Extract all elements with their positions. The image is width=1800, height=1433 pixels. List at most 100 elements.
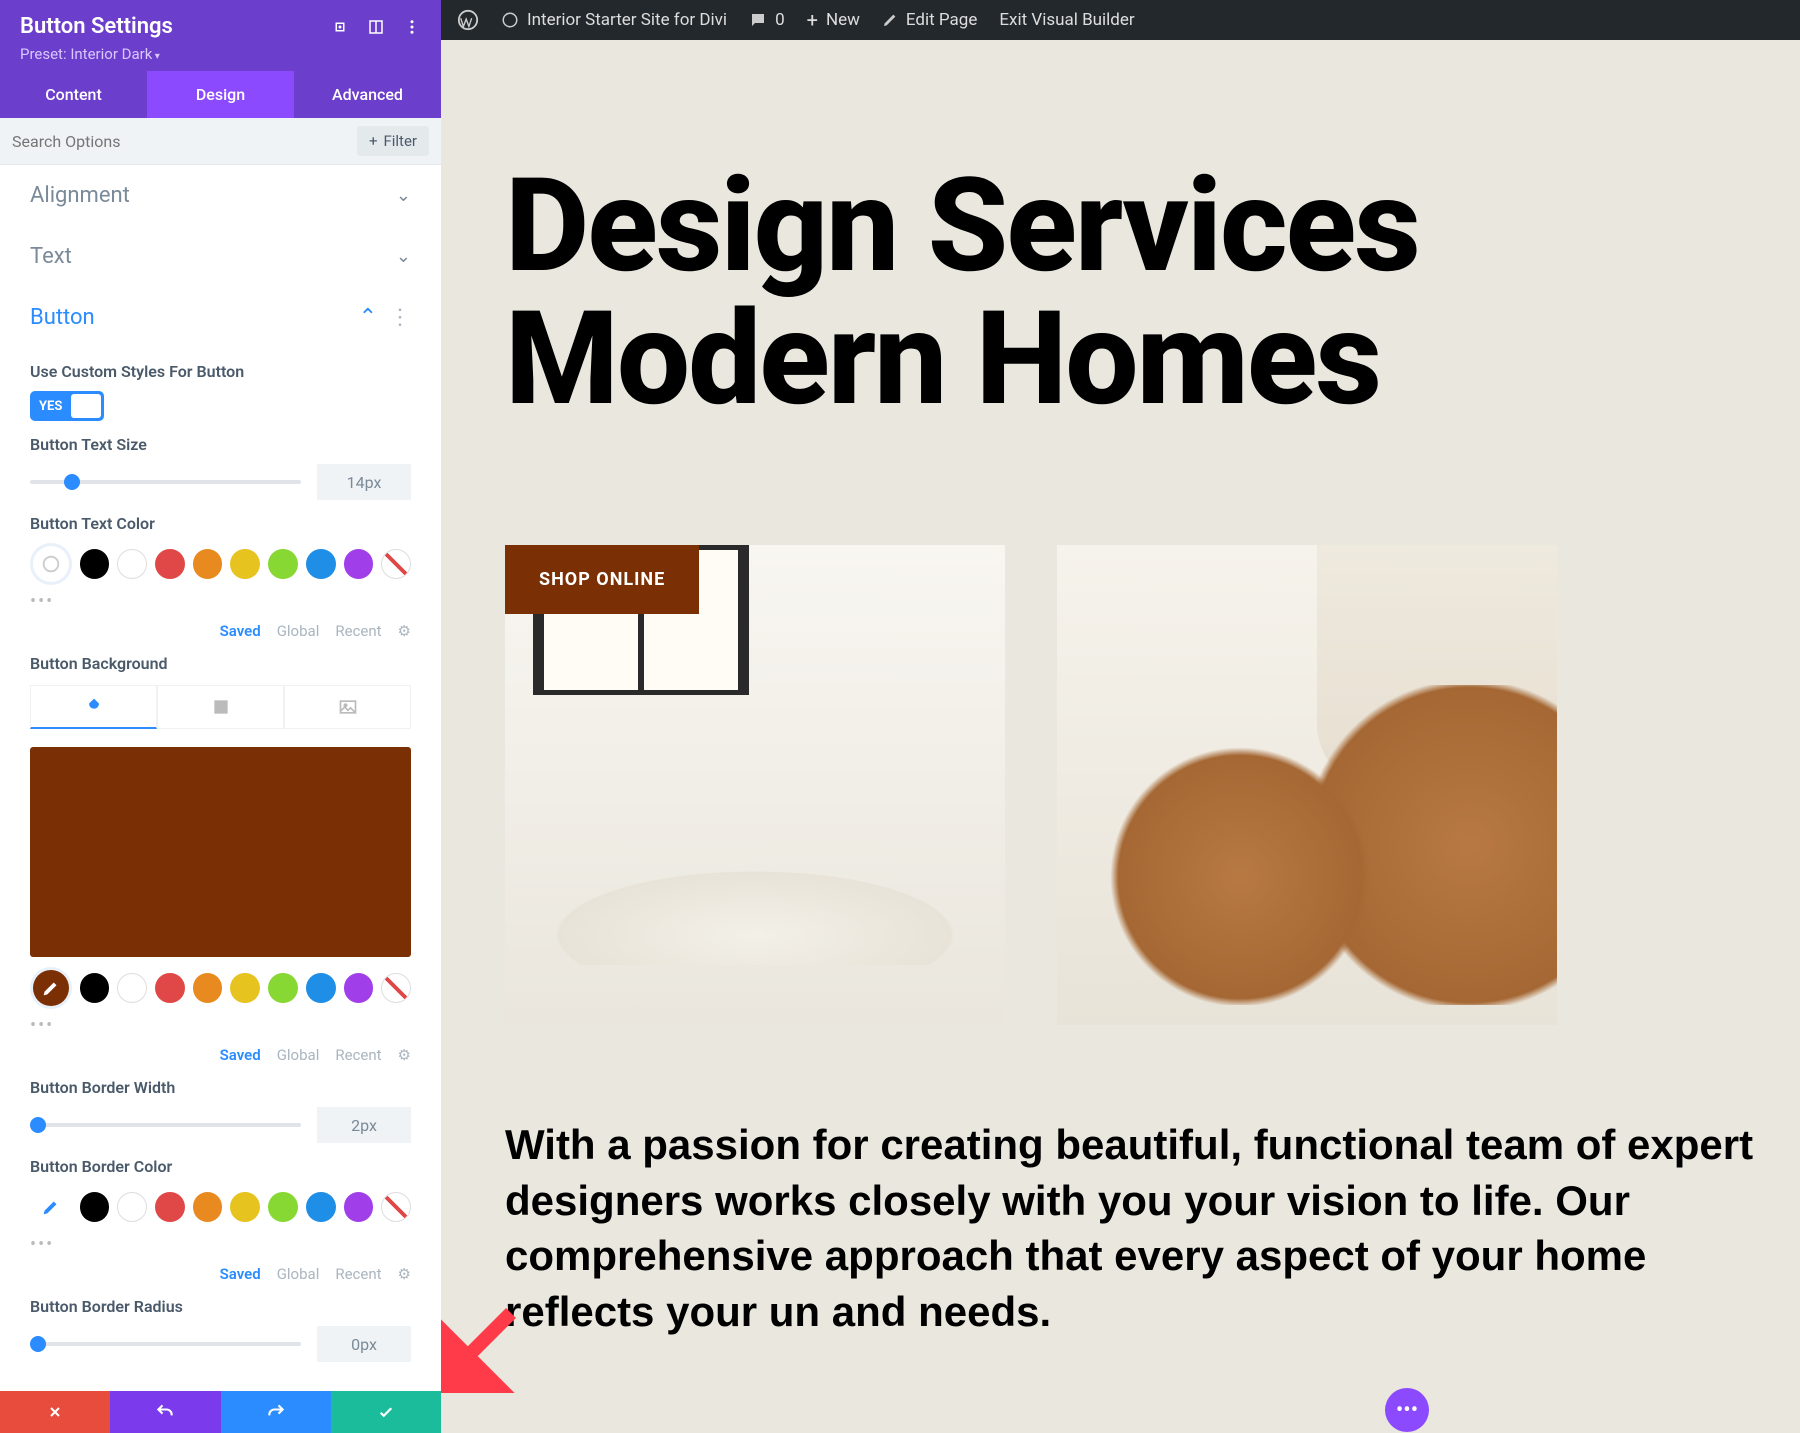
search-input[interactable] — [12, 132, 357, 151]
image-row: SHOP ONLINE — [505, 545, 1800, 1025]
tab-content[interactable]: Content — [0, 71, 147, 118]
global-colors[interactable]: Global — [277, 1046, 320, 1064]
swatch-red[interactable] — [155, 1192, 185, 1222]
swatch-orange[interactable] — [193, 1192, 223, 1222]
border-radius-value[interactable]: 0px — [317, 1326, 411, 1362]
swatch-none[interactable] — [381, 973, 411, 1003]
more-swatches[interactable]: ••• — [30, 591, 411, 612]
label-border-width: Button Border Width — [30, 1078, 411, 1097]
background-tabs — [30, 685, 411, 729]
saved-colors[interactable]: Saved — [220, 1046, 261, 1064]
shop-online-button[interactable]: SHOP ONLINE — [505, 545, 699, 614]
swatch-blue[interactable] — [306, 973, 336, 1003]
settings-sidebar: Button Settings Preset: Interior Dark Co… — [0, 0, 441, 1433]
gear-icon[interactable]: ⚙ — [398, 1265, 411, 1283]
swatch-green[interactable] — [268, 1192, 298, 1222]
save-button[interactable] — [331, 1391, 441, 1433]
builder-fab-button[interactable]: ••• — [1385, 1388, 1429, 1432]
gear-icon[interactable]: ⚙ — [398, 622, 411, 640]
comments-link[interactable]: 0 — [749, 10, 785, 30]
label-background: Button Background — [30, 654, 411, 673]
label-text-color: Button Text Color — [30, 514, 411, 533]
redo-button[interactable] — [221, 1391, 331, 1433]
swatch-purple[interactable] — [344, 549, 374, 579]
exit-builder-link[interactable]: Exit Visual Builder — [999, 10, 1134, 30]
recent-colors[interactable]: Recent — [335, 622, 381, 640]
settings-tabs: Content Design Advanced — [0, 71, 441, 118]
filter-button[interactable]: +Filter — [357, 126, 429, 156]
chevron-up-icon: ⌃ — [359, 305, 377, 330]
swatch-white[interactable] — [117, 1192, 147, 1222]
accordion-text[interactable]: Text ⌄ — [0, 226, 441, 287]
swatch-purple[interactable] — [344, 1192, 374, 1222]
hero-image-2 — [1057, 545, 1557, 1025]
color-picker-button[interactable] — [30, 543, 72, 585]
chevron-down-icon: ⌄ — [396, 185, 411, 206]
layout-icon[interactable] — [367, 18, 385, 36]
new-link[interactable]: +New — [807, 8, 860, 32]
swatch-green[interactable] — [268, 973, 298, 1003]
bg-tab-image[interactable] — [284, 685, 411, 729]
toggle-knob — [71, 394, 101, 418]
swatch-black[interactable] — [80, 1192, 110, 1222]
swatch-yellow[interactable] — [230, 1192, 260, 1222]
tab-design[interactable]: Design — [147, 71, 294, 118]
sidebar-footer — [0, 1391, 441, 1433]
swatch-black[interactable] — [80, 549, 110, 579]
saved-colors[interactable]: Saved — [220, 1265, 261, 1283]
border-width-value[interactable]: 2px — [317, 1107, 411, 1143]
recent-colors[interactable]: Recent — [335, 1046, 381, 1064]
undo-button[interactable] — [110, 1391, 220, 1433]
swatch-black[interactable] — [80, 973, 110, 1003]
saved-colors[interactable]: Saved — [220, 622, 261, 640]
more-swatches[interactable]: ••• — [30, 1015, 411, 1036]
swatch-purple[interactable] — [344, 973, 374, 1003]
bg-color-swatches — [30, 967, 411, 1009]
more-icon[interactable] — [403, 18, 421, 36]
more-icon[interactable]: ⋮ — [389, 305, 411, 330]
color-picker-button[interactable] — [30, 1186, 72, 1228]
page-canvas[interactable]: Design Services Modern Homes SHOP ONLINE… — [441, 40, 1800, 1433]
gear-icon[interactable]: ⚙ — [398, 1046, 411, 1064]
bg-tab-color[interactable] — [30, 685, 157, 729]
border-color-swatches — [30, 1186, 411, 1228]
swatch-white[interactable] — [117, 549, 147, 579]
swatch-blue[interactable] — [306, 549, 336, 579]
edit-page-link[interactable]: Edit Page — [882, 10, 977, 30]
swatch-green[interactable] — [268, 549, 298, 579]
site-name[interactable]: Interior Starter Site for Divi — [501, 10, 727, 30]
border-radius-slider[interactable] — [30, 1342, 301, 1346]
text-size-value[interactable]: 14px — [317, 464, 411, 500]
text-size-slider[interactable] — [30, 480, 301, 484]
recent-colors[interactable]: Recent — [335, 1265, 381, 1283]
more-swatches[interactable]: ••• — [30, 1234, 411, 1255]
swatch-none[interactable] — [381, 549, 411, 579]
cancel-button[interactable] — [0, 1391, 110, 1433]
tab-advanced[interactable]: Advanced — [294, 71, 441, 118]
swatch-none[interactable] — [381, 1192, 411, 1222]
bg-tab-gradient[interactable] — [157, 685, 284, 729]
expand-icon[interactable] — [331, 18, 349, 36]
wp-logo-icon[interactable] — [457, 9, 479, 31]
accordion-alignment[interactable]: Alignment ⌄ — [0, 165, 441, 226]
swatch-orange[interactable] — [193, 973, 223, 1003]
global-colors[interactable]: Global — [277, 622, 320, 640]
accordion-button[interactable]: Button ⌃ ⋮ — [0, 287, 441, 348]
global-colors[interactable]: Global — [277, 1265, 320, 1283]
description-text: With a passion for creating beautiful, f… — [505, 1117, 1800, 1339]
swatch-orange[interactable] — [193, 549, 223, 579]
preset-selector[interactable]: Preset: Interior Dark — [20, 45, 421, 63]
background-preview[interactable] — [30, 747, 411, 957]
swatch-red[interactable] — [155, 973, 185, 1003]
swatch-blue[interactable] — [306, 1192, 336, 1222]
main-area: Interior Starter Site for Divi 0 +New Ed… — [441, 0, 1800, 1433]
swatch-yellow[interactable] — [230, 973, 260, 1003]
custom-styles-toggle[interactable]: YES — [30, 391, 104, 421]
settings-body: Alignment ⌄ Text ⌄ Button ⌃ ⋮ Use Custom… — [0, 165, 441, 1433]
swatch-white[interactable] — [117, 973, 147, 1003]
border-width-slider[interactable] — [30, 1123, 301, 1127]
swatch-red[interactable] — [155, 549, 185, 579]
hero-image-1: SHOP ONLINE — [505, 545, 1005, 1025]
swatch-yellow[interactable] — [230, 549, 260, 579]
color-picker-button[interactable] — [30, 967, 72, 1009]
